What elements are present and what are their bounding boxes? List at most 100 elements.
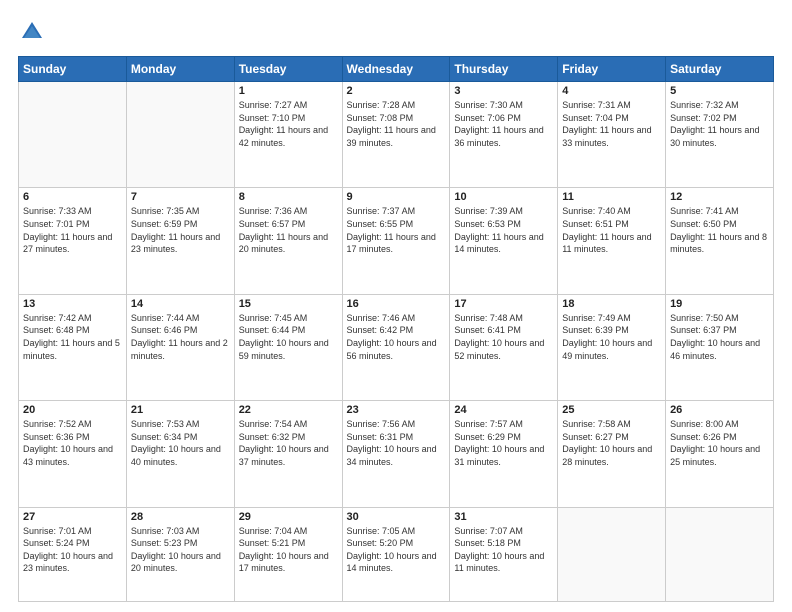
day-number: 1: [239, 85, 338, 97]
calendar-cell: 3 Sunrise: 7:30 AM Sunset: 7:06 PM Daylig…: [450, 82, 558, 188]
day-number: 6: [23, 191, 122, 203]
day-number: 11: [562, 191, 661, 203]
day-info: Sunrise: 7:07 AM Sunset: 5:18 PM Dayligh…: [454, 525, 553, 575]
day-info: Sunrise: 7:28 AM Sunset: 7:08 PM Dayligh…: [347, 99, 446, 149]
day-info: Sunrise: 7:31 AM Sunset: 7:04 PM Dayligh…: [562, 99, 661, 149]
calendar-cell: 23 Sunrise: 7:56 AM Sunset: 6:31 PM Dayli…: [342, 401, 450, 507]
day-number: 14: [131, 298, 230, 310]
logo-icon: [18, 18, 46, 46]
day-info: Sunrise: 7:01 AM Sunset: 5:24 PM Dayligh…: [23, 525, 122, 575]
calendar-cell: 29 Sunrise: 7:04 AM Sunset: 5:21 PM Dayli…: [234, 507, 342, 601]
day-number: 12: [670, 191, 769, 203]
day-info: Sunrise: 7:03 AM Sunset: 5:23 PM Dayligh…: [131, 525, 230, 575]
day-info: Sunrise: 7:44 AM Sunset: 6:46 PM Dayligh…: [131, 312, 230, 362]
day-number: 26: [670, 404, 769, 416]
day-number: 15: [239, 298, 338, 310]
day-number: 8: [239, 191, 338, 203]
calendar-cell: 1 Sunrise: 7:27 AM Sunset: 7:10 PM Daylig…: [234, 82, 342, 188]
day-info: Sunrise: 7:52 AM Sunset: 6:36 PM Dayligh…: [23, 418, 122, 468]
day-info: Sunrise: 7:27 AM Sunset: 7:10 PM Dayligh…: [239, 99, 338, 149]
day-info: Sunrise: 8:00 AM Sunset: 6:26 PM Dayligh…: [670, 418, 769, 468]
calendar-cell: 14 Sunrise: 7:44 AM Sunset: 6:46 PM Dayli…: [126, 294, 234, 400]
calendar-cell: 20Sunrise: 7:52 AM Sunset: 6:36 PM Dayli…: [19, 401, 127, 507]
weekday-header-monday: Monday: [126, 57, 234, 82]
day-number: 16: [347, 298, 446, 310]
calendar-cell: 5Sunrise: 7:32 AM Sunset: 7:02 PM Daylig…: [666, 82, 774, 188]
day-info: Sunrise: 7:57 AM Sunset: 6:29 PM Dayligh…: [454, 418, 553, 468]
calendar-cell: 17 Sunrise: 7:48 AM Sunset: 6:41 PM Dayli…: [450, 294, 558, 400]
day-info: Sunrise: 7:53 AM Sunset: 6:34 PM Dayligh…: [131, 418, 230, 468]
calendar-cell: 2 Sunrise: 7:28 AM Sunset: 7:08 PM Daylig…: [342, 82, 450, 188]
day-info: Sunrise: 7:37 AM Sunset: 6:55 PM Dayligh…: [347, 205, 446, 255]
day-info: Sunrise: 7:33 AM Sunset: 7:01 PM Dayligh…: [23, 205, 122, 255]
calendar-cell: 30 Sunrise: 7:05 AM Sunset: 5:20 PM Dayli…: [342, 507, 450, 601]
week-row-3: 13 Sunrise: 7:42 AM Sunset: 6:48 PM Dayli…: [19, 294, 774, 400]
day-number: 13: [23, 298, 122, 310]
calendar-cell: 4Sunrise: 7:31 AM Sunset: 7:04 PM Daylig…: [558, 82, 666, 188]
day-number: 3: [454, 85, 553, 97]
weekday-header-sunday: Sunday: [19, 57, 127, 82]
day-number: 18: [562, 298, 661, 310]
day-info: Sunrise: 7:30 AM Sunset: 7:06 PM Dayligh…: [454, 99, 553, 149]
day-number: 22: [239, 404, 338, 416]
calendar-cell: 21 Sunrise: 7:53 AM Sunset: 6:34 PM Dayli…: [126, 401, 234, 507]
day-info: Sunrise: 7:45 AM Sunset: 6:44 PM Dayligh…: [239, 312, 338, 362]
day-info: Sunrise: 7:36 AM Sunset: 6:57 PM Dayligh…: [239, 205, 338, 255]
day-number: 10: [454, 191, 553, 203]
day-info: Sunrise: 7:48 AM Sunset: 6:41 PM Dayligh…: [454, 312, 553, 362]
calendar-cell: 26 Sunrise: 8:00 AM Sunset: 6:26 PM Dayli…: [666, 401, 774, 507]
day-number: 9: [347, 191, 446, 203]
day-info: Sunrise: 7:56 AM Sunset: 6:31 PM Dayligh…: [347, 418, 446, 468]
day-info: Sunrise: 7:04 AM Sunset: 5:21 PM Dayligh…: [239, 525, 338, 575]
calendar-cell: 11 Sunrise: 7:40 AM Sunset: 6:51 PM Dayli…: [558, 188, 666, 294]
calendar-cell: [126, 82, 234, 188]
calendar-cell: 15 Sunrise: 7:45 AM Sunset: 6:44 PM Dayli…: [234, 294, 342, 400]
calendar-cell: 18 Sunrise: 7:49 AM Sunset: 6:39 PM Dayli…: [558, 294, 666, 400]
day-number: 29: [239, 511, 338, 523]
day-info: Sunrise: 7:49 AM Sunset: 6:39 PM Dayligh…: [562, 312, 661, 362]
header: [18, 18, 774, 46]
calendar-cell: 16 Sunrise: 7:46 AM Sunset: 6:42 PM Dayli…: [342, 294, 450, 400]
calendar-cell: 10 Sunrise: 7:39 AM Sunset: 6:53 PM Dayli…: [450, 188, 558, 294]
day-info: Sunrise: 7:46 AM Sunset: 6:42 PM Dayligh…: [347, 312, 446, 362]
day-number: 7: [131, 191, 230, 203]
calendar-cell: 24Sunrise: 7:57 AM Sunset: 6:29 PM Dayli…: [450, 401, 558, 507]
calendar-cell: [19, 82, 127, 188]
calendar-cell: 19 Sunrise: 7:50 AM Sunset: 6:37 PM Dayli…: [666, 294, 774, 400]
day-info: Sunrise: 7:40 AM Sunset: 6:51 PM Dayligh…: [562, 205, 661, 255]
day-number: 21: [131, 404, 230, 416]
day-info: Sunrise: 7:05 AM Sunset: 5:20 PM Dayligh…: [347, 525, 446, 575]
day-info: Sunrise: 7:41 AM Sunset: 6:50 PM Dayligh…: [670, 205, 769, 255]
day-number: 5: [670, 85, 769, 97]
calendar-cell: 8 Sunrise: 7:36 AM Sunset: 6:57 PM Daylig…: [234, 188, 342, 294]
day-info: Sunrise: 7:39 AM Sunset: 6:53 PM Dayligh…: [454, 205, 553, 255]
day-info: Sunrise: 7:35 AM Sunset: 6:59 PM Dayligh…: [131, 205, 230, 255]
calendar-cell: 27 Sunrise: 7:01 AM Sunset: 5:24 PM Dayli…: [19, 507, 127, 601]
day-number: 27: [23, 511, 122, 523]
weekday-header-thursday: Thursday: [450, 57, 558, 82]
day-info: Sunrise: 7:50 AM Sunset: 6:37 PM Dayligh…: [670, 312, 769, 362]
week-row-2: 6 Sunrise: 7:33 AM Sunset: 7:01 PM Daylig…: [19, 188, 774, 294]
day-info: Sunrise: 7:54 AM Sunset: 6:32 PM Dayligh…: [239, 418, 338, 468]
calendar-cell: [558, 507, 666, 601]
calendar-cell: 22 Sunrise: 7:54 AM Sunset: 6:32 PM Dayli…: [234, 401, 342, 507]
day-info: Sunrise: 7:42 AM Sunset: 6:48 PM Dayligh…: [23, 312, 122, 362]
calendar-cell: [666, 507, 774, 601]
week-row-5: 27 Sunrise: 7:01 AM Sunset: 5:24 PM Dayli…: [19, 507, 774, 601]
page: SundayMondayTuesdayWednesdayThursdayFrid…: [0, 0, 792, 612]
weekday-header-wednesday: Wednesday: [342, 57, 450, 82]
day-info: Sunrise: 7:58 AM Sunset: 6:27 PM Dayligh…: [562, 418, 661, 468]
day-number: 30: [347, 511, 446, 523]
day-number: 23: [347, 404, 446, 416]
day-number: 2: [347, 85, 446, 97]
logo: [18, 18, 50, 46]
day-number: 31: [454, 511, 553, 523]
day-number: 17: [454, 298, 553, 310]
weekday-header-tuesday: Tuesday: [234, 57, 342, 82]
calendar-cell: 6 Sunrise: 7:33 AM Sunset: 7:01 PM Daylig…: [19, 188, 127, 294]
calendar-cell: 12 Sunrise: 7:41 AM Sunset: 6:50 PM Dayli…: [666, 188, 774, 294]
calendar-cell: 13 Sunrise: 7:42 AM Sunset: 6:48 PM Dayli…: [19, 294, 127, 400]
weekday-header-row: SundayMondayTuesdayWednesdayThursdayFrid…: [19, 57, 774, 82]
day-number: 19: [670, 298, 769, 310]
week-row-4: 20Sunrise: 7:52 AM Sunset: 6:36 PM Dayli…: [19, 401, 774, 507]
